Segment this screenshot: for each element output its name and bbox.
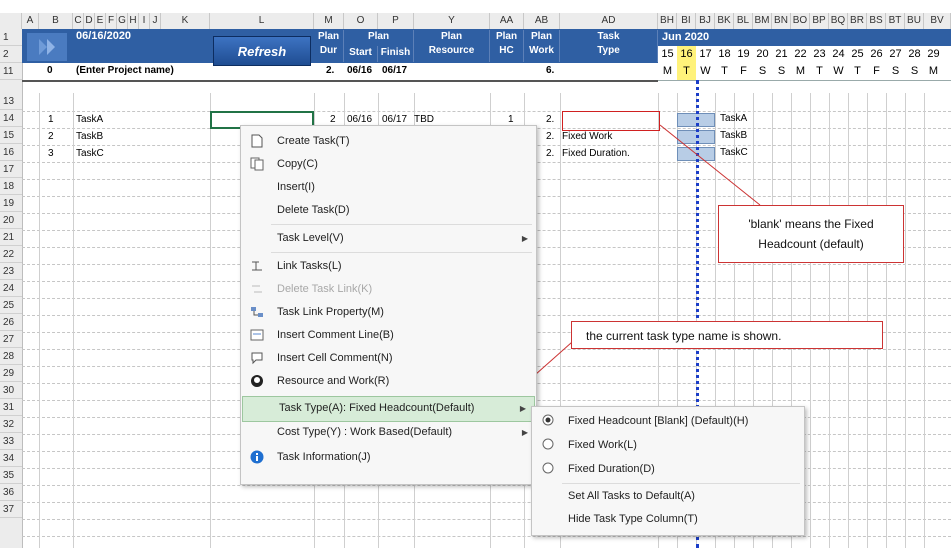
- submenu-item-fixed-duration[interactable]: Fixed Duration(D): [532, 458, 804, 481]
- menu-item-create-task[interactable]: Create Task(T): [241, 130, 536, 153]
- link-icon: [249, 259, 264, 274]
- link-property-icon: [249, 305, 264, 320]
- menu-item-label: Resource and Work(R): [277, 375, 390, 387]
- submenu-item-label: Fixed Work(L): [568, 439, 637, 451]
- callout-pointer: [659, 124, 761, 206]
- menu-item-label: Delete Task Link(K): [277, 283, 373, 295]
- comment-line-icon: [249, 328, 264, 343]
- menu-item-label: Delete Task(D): [277, 204, 350, 216]
- context-menu: Create Task(T) Copy(C) Insert(I) Delete …: [240, 125, 537, 485]
- menu-item-label: Copy(C): [277, 158, 318, 170]
- submenu-arrow-icon: ▶: [521, 234, 528, 243]
- menu-item-task-link-property[interactable]: Task Link Property(M): [241, 301, 536, 324]
- menu-item-label: Insert Cell Comment(N): [277, 352, 393, 364]
- submenu-item-hide-column[interactable]: Hide Task Type Column(T): [532, 508, 804, 531]
- menu-item-label: Task Level(V): [277, 232, 344, 244]
- menu-item-copy[interactable]: Copy(C): [241, 153, 536, 176]
- menu-item-cost-type[interactable]: Cost Type(Y) : Work Based(Default) ▶: [241, 421, 536, 444]
- menu-item-insert-cell-comment[interactable]: Insert Cell Comment(N): [241, 347, 536, 370]
- unlink-icon: [249, 282, 264, 297]
- menu-item-task-level[interactable]: Task Level(V) ▶: [241, 227, 536, 250]
- menu-item-insert-comment-line[interactable]: Insert Comment Line(B): [241, 324, 536, 347]
- menu-item-task-information[interactable]: Task Information(J): [241, 446, 536, 469]
- page-icon: [249, 134, 264, 149]
- menu-item-resource-and-work[interactable]: Resource and Work(R): [241, 370, 536, 393]
- menu-item-label: Task Link Property(M): [277, 306, 384, 318]
- submenu-item-label: Hide Task Type Column(T): [568, 513, 698, 525]
- radio-icon: [540, 438, 555, 453]
- submenu-arrow-icon: ▶: [521, 428, 528, 437]
- submenu-item-label: Fixed Headcount [Blank] (Default)(H): [568, 415, 749, 427]
- menu-separator: [271, 224, 532, 225]
- menu-item-label: Task Type(A): Fixed Headcount(Default): [279, 402, 475, 414]
- menu-separator: [271, 252, 532, 253]
- copy-icon: [249, 157, 264, 172]
- callout-current-type: the current task type name is shown.: [571, 321, 883, 349]
- menu-item-label: Insert(I): [277, 181, 315, 193]
- menu-item-task-type[interactable]: Task Type(A): Fixed Headcount(Default) ▶: [242, 396, 535, 422]
- menu-separator: [562, 483, 800, 484]
- radio-selected-icon: [540, 414, 555, 429]
- task-type-submenu: Fixed Headcount [Blank] (Default)(H) Fix…: [531, 406, 805, 536]
- menu-item-label: Create Task(T): [277, 135, 350, 147]
- menu-item-label: Insert Comment Line(B): [277, 329, 394, 341]
- menu-item-label: Cost Type(Y) : Work Based(Default): [277, 426, 453, 438]
- submenu-arrow-icon: ▶: [519, 404, 526, 413]
- submenu-item-fixed-headcount[interactable]: Fixed Headcount [Blank] (Default)(H): [532, 410, 804, 433]
- submenu-item-fixed-work[interactable]: Fixed Work(L): [532, 434, 804, 457]
- menu-item-label: Task Information(J): [277, 451, 371, 463]
- submenu-item-set-all-default[interactable]: Set All Tasks to Default(A): [532, 485, 804, 508]
- info-icon: [249, 450, 264, 465]
- resource-icon: [249, 374, 264, 389]
- menu-item-label: Link Tasks(L): [277, 260, 342, 272]
- menu-item-link-tasks[interactable]: Link Tasks(L): [241, 255, 536, 278]
- menu-item-delete-task[interactable]: Delete Task(D): [241, 199, 536, 222]
- submenu-item-label: Fixed Duration(D): [568, 463, 655, 475]
- menu-item-insert[interactable]: Insert(I): [241, 176, 536, 199]
- menu-item-delete-task-link[interactable]: Delete Task Link(K): [241, 278, 536, 301]
- cell-comment-icon: [249, 351, 264, 366]
- radio-icon: [540, 462, 555, 477]
- submenu-item-label: Set All Tasks to Default(A): [568, 490, 695, 502]
